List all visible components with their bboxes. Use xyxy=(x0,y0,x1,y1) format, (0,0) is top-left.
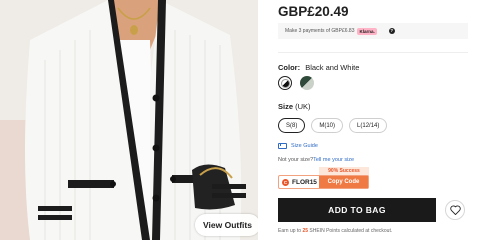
points-note: Earn up to 25 SHEIN Points calculated at… xyxy=(278,228,392,234)
wishlist-button[interactable] xyxy=(445,200,465,220)
size-option-s[interactable]: S(8) xyxy=(278,118,306,133)
installment-banner[interactable]: Make 3 payments of GBP£6.83 Klarna. ? xyxy=(278,23,468,39)
ruler-icon xyxy=(278,143,287,149)
size-options: S(8) M(10) L(12/14) xyxy=(278,118,388,133)
klarna-badge: Klarna. xyxy=(357,27,377,35)
coupon-code: FLOR15 xyxy=(292,178,317,186)
add-to-bag-button[interactable]: ADD TO BAG xyxy=(278,198,436,222)
fit-question: Not your size? xyxy=(278,157,314,163)
heart-icon xyxy=(449,205,461,215)
info-icon[interactable]: ? xyxy=(388,28,395,34)
fit-link[interactable]: Tell me your size xyxy=(313,157,354,163)
copy-code-button[interactable]: Copy Code xyxy=(319,176,368,188)
product-image[interactable]: View Outfits xyxy=(0,0,258,240)
coupon-box: C FLOR15 Copy Code xyxy=(278,175,369,189)
size-unit: (UK) xyxy=(295,102,311,111)
color-swatch-black-white[interactable] xyxy=(278,76,292,90)
view-outfits-button[interactable]: View Outfits xyxy=(195,214,258,236)
cardigan-photo-icon xyxy=(0,0,258,240)
size-heading: Size (UK) xyxy=(278,102,311,111)
installment-text: Make 3 payments of GBP£6.83 xyxy=(285,28,355,34)
points-amount: 25 xyxy=(302,228,309,234)
fit-prompt: Not your size?Tell me your size xyxy=(278,157,354,163)
size-option-m[interactable]: M(10) xyxy=(311,118,344,133)
size-guide-link[interactable]: Size Guide xyxy=(278,143,318,149)
size-guide-label: Size Guide xyxy=(291,143,318,149)
color-swatch-dark-green[interactable] xyxy=(300,76,314,90)
points-prefix: Earn up to xyxy=(278,228,302,234)
price: GBP£20.49 xyxy=(278,4,349,19)
points-suffix: SHEIN Points calculated at checkout. xyxy=(309,228,393,234)
color-selected-value: Black and White xyxy=(305,63,360,72)
product-detail-panel: GBP£20.49 Make 3 payments of GBP£6.83 Kl… xyxy=(278,0,483,240)
size-option-l[interactable]: L(12/14) xyxy=(349,118,388,133)
color-label: Color: xyxy=(278,63,301,72)
coupon-icon: C xyxy=(282,178,289,186)
size-label: Size xyxy=(278,102,294,111)
divider xyxy=(278,52,468,53)
color-heading: Color: Black and White xyxy=(278,63,359,72)
